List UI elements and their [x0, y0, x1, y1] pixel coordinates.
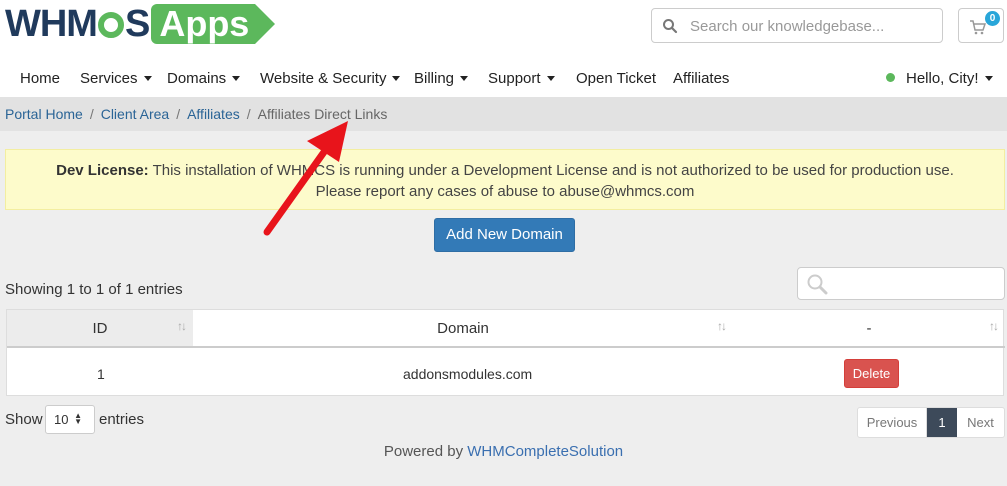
whmcsapps-logo[interactable]: WHM S Apps — [5, 3, 276, 45]
page-length-select[interactable]: 10 ▲ ▼ — [45, 405, 95, 434]
column-header-domain[interactable]: Domain ↑↓ — [193, 310, 733, 348]
nav-open-ticket[interactable]: Open Ticket — [576, 70, 656, 87]
user-status-icon — [886, 72, 895, 82]
caret-down-icon — [984, 75, 993, 81]
alert-line-1: Dev License: This installation of WHMCS … — [6, 160, 1004, 181]
nav-services-label: Services — [80, 70, 138, 87]
domains-table: ID ↑↓ Domain ↑↓ - ↑↓ 1 addonsmodules.com… — [6, 309, 1005, 396]
caret-down-icon — [232, 75, 241, 81]
page-length-value: 10 — [54, 412, 69, 427]
pagination-previous[interactable]: Previous — [858, 408, 927, 437]
table-search-input[interactable] — [797, 267, 1005, 300]
annotation-arrow-icon — [263, 121, 348, 236]
alert-text-2: Please report any cases of abuse to abus… — [315, 183, 695, 200]
powered-by: Powered by WHMCompleteSolution — [0, 443, 1007, 460]
cart-count-badge: 0 — [985, 11, 1000, 26]
logo-apps-badge: Apps — [151, 4, 276, 44]
nav-services[interactable]: Services — [80, 70, 152, 87]
nav-domains[interactable]: Domains — [167, 70, 241, 87]
nav-account-menu[interactable]: Hello, City! — [886, 70, 993, 87]
column-header-domain-label: Domain — [437, 320, 489, 337]
nav-support[interactable]: Support — [488, 70, 555, 87]
alert-label: Dev License: — [56, 162, 149, 179]
site-header: WHM S Apps 0 Home Services Domains Websi… — [0, 0, 1007, 97]
nav-domains-label: Domains — [167, 70, 227, 87]
nav-billing-label: Billing — [414, 70, 455, 87]
logo-gear-icon — [97, 12, 124, 38]
breadcrumb-separator: / — [246, 106, 251, 122]
nav-support-label: Support — [488, 70, 541, 87]
pagination-page-1[interactable]: 1 — [927, 408, 957, 437]
caret-down-icon — [460, 75, 469, 81]
logo-text-left: WHM — [5, 3, 98, 45]
search-icon — [807, 274, 828, 295]
nav-home[interactable]: Home — [20, 70, 60, 87]
column-header-actions[interactable]: - ↑↓ — [733, 310, 1005, 348]
delete-button[interactable]: Delete — [844, 359, 899, 388]
nav-hello-label: Hello, City! — [906, 70, 979, 87]
powered-by-text: Powered by — [383, 443, 464, 460]
main-nav: Home Services Domains Website & Security… — [0, 62, 1007, 97]
nav-affiliates[interactable]: Affiliates — [673, 70, 729, 87]
dev-license-alert: Dev License: This installation of WHMCS … — [5, 149, 1005, 210]
entries-label: entries — [99, 411, 145, 428]
knowledgebase-search[interactable] — [651, 8, 943, 43]
caret-down-icon — [546, 75, 555, 81]
sort-icon: ↑↓ — [717, 319, 727, 333]
add-new-domain-button[interactable]: Add New Domain — [434, 218, 575, 252]
breadcrumb-client-area[interactable]: Client Area — [101, 106, 169, 122]
nav-billing[interactable]: Billing — [414, 70, 469, 87]
nav-website-security-label: Website & Security — [260, 70, 387, 87]
pagination: Previous 1 Next — [857, 407, 1005, 438]
powered-by-link[interactable]: WHMCompleteSolution — [467, 443, 623, 460]
breadcrumb-portal-home[interactable]: Portal Home — [5, 106, 83, 122]
pagination-next[interactable]: Next — [957, 408, 1004, 437]
table-info: Showing 1 to 1 of 1 entries — [5, 281, 183, 298]
cell-id: 1 — [97, 366, 105, 382]
cart-icon — [970, 20, 987, 35]
breadcrumb-affiliates[interactable]: Affiliates — [187, 106, 240, 122]
column-header-id-label: ID — [92, 320, 108, 337]
search-icon — [663, 19, 678, 34]
cell-domain: addonsmodules.com — [403, 366, 533, 382]
search-input[interactable] — [690, 15, 938, 37]
column-header-actions-label: - — [866, 320, 872, 337]
nav-website-security[interactable]: Website & Security — [260, 70, 401, 87]
caret-down-icon — [143, 75, 152, 81]
sort-icon: ↑↓ — [989, 319, 999, 333]
show-label: Show — [5, 411, 43, 428]
caret-down-icon — [392, 75, 401, 81]
breadcrumb-separator: / — [176, 106, 181, 122]
logo-text-right: S — [124, 3, 150, 45]
breadcrumb: Portal Home / Client Area / Affiliates / Affil… — [0, 97, 1007, 131]
updown-arrows-icon: ▲ ▼ — [74, 411, 82, 426]
sort-icon: ↑↓ — [177, 319, 187, 333]
breadcrumb-separator: / — [89, 106, 94, 122]
cart-button[interactable]: 0 — [958, 8, 1004, 43]
column-header-id[interactable]: ID ↑↓ — [7, 310, 193, 348]
